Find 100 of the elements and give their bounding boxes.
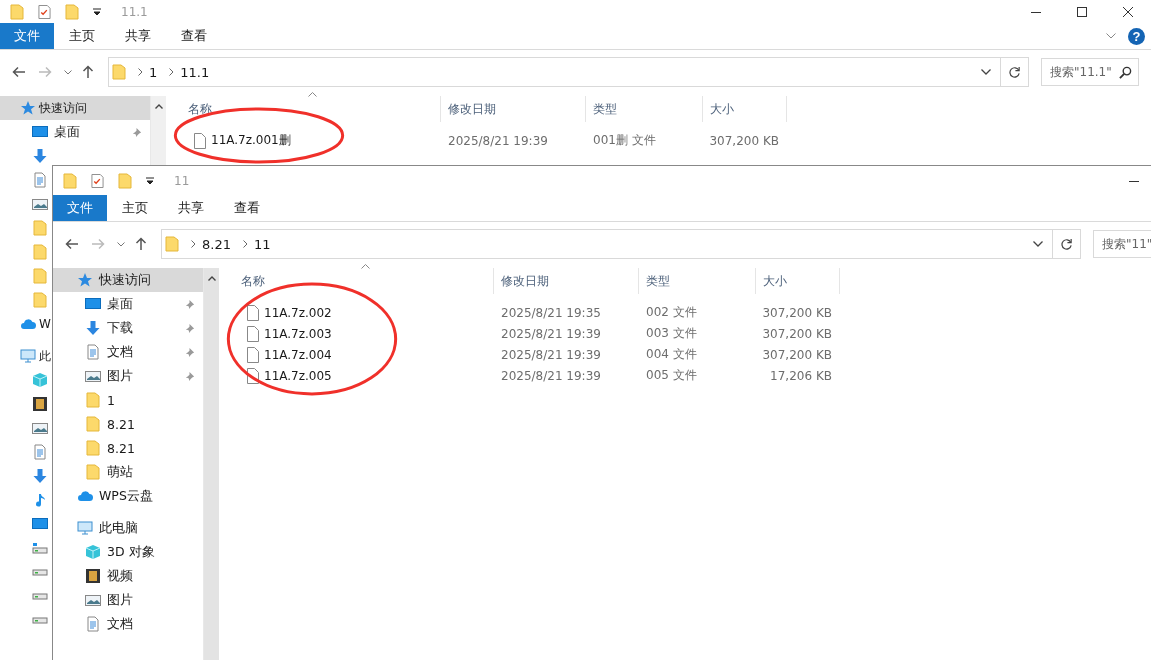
ribbon-tab[interactable]: 共享 (163, 195, 219, 221)
folder-icon (85, 392, 101, 408)
column-header[interactable]: 修改日期 (441, 96, 586, 122)
chevron-icon[interactable] (138, 68, 143, 76)
search-field[interactable]: 搜索"11.1" (1041, 58, 1139, 86)
breadcrumb[interactable]: 11.1 (180, 64, 210, 80)
nav-item[interactable]: 文档 (53, 340, 203, 364)
nav-item[interactable]: 1 (53, 388, 123, 412)
ribbon-tab[interactable]: 文件 (53, 195, 107, 221)
file-icon (247, 367, 259, 384)
up-arrow-icon[interactable] (82, 65, 94, 79)
checklist-icon[interactable] (91, 172, 104, 189)
nav-item[interactable]: 桌面 (0, 120, 150, 144)
nav-item[interactable]: 图片 (53, 588, 141, 612)
scrollbar[interactable] (203, 268, 219, 660)
film-icon (32, 396, 48, 412)
checklist-icon[interactable] (38, 3, 51, 20)
nav-item[interactable]: W (0, 312, 51, 336)
dropdown-caret-icon[interactable] (146, 176, 154, 185)
sort-caret-icon[interactable] (361, 264, 370, 269)
nav-item[interactable]: 快速访问 (53, 268, 203, 292)
column-header[interactable]: 类型 (639, 268, 756, 294)
refresh-button[interactable] (1001, 57, 1029, 87)
nav-item[interactable]: 视频 (53, 564, 141, 588)
ribbon-tab[interactable]: 共享 (110, 23, 166, 49)
recent-caret-icon[interactable] (117, 241, 125, 247)
help-button[interactable]: ? (1128, 27, 1145, 45)
column-header[interactable]: 大小 (756, 268, 840, 294)
file-name[interactable]: 11A.7z.003 (264, 326, 332, 341)
nav-item[interactable]: 8.21 (53, 436, 143, 460)
scroll-up-icon[interactable] (207, 276, 216, 281)
breadcrumb[interactable]: 8.21 (202, 236, 231, 252)
nav-item[interactable]: 文档 (53, 612, 141, 636)
up-arrow-icon[interactable] (135, 237, 147, 251)
pin-icon[interactable] (184, 322, 195, 334)
column-header[interactable]: 名称 (219, 268, 494, 294)
address-bar[interactable]: 1 11.1 (108, 57, 1001, 87)
date-cell-text: 2025/8/21 19:39 (447, 133, 549, 148)
ribbon-tab[interactable]: 主页 (54, 23, 110, 49)
pin-icon[interactable] (184, 298, 195, 310)
window-title: 11 (174, 173, 190, 188)
folder-icon (112, 64, 126, 80)
breadcrumb[interactable]: 11 (253, 236, 271, 252)
file-name[interactable]: 11A.7z.001删 (211, 132, 291, 149)
file-name[interactable]: 11A.7z.004 (264, 347, 332, 362)
expand-ribbon-icon[interactable] (1106, 33, 1116, 39)
back-arrow-icon[interactable] (65, 238, 79, 250)
type-cell-text: 002 文件 (645, 304, 698, 321)
scroll-up-icon[interactable] (154, 104, 163, 109)
nav-item[interactable]: 8.21 (53, 412, 143, 436)
column-header[interactable]: 大小 (703, 96, 787, 122)
column-header[interactable]: 名称 (166, 96, 441, 122)
pin-icon[interactable] (131, 126, 142, 138)
ribbon-tab[interactable]: 文件 (0, 23, 54, 49)
close-icon[interactable] (1123, 6, 1133, 17)
nav-item[interactable]: 萌站 (53, 460, 141, 484)
date-cell-text: 2025/8/21 19:39 (500, 326, 602, 341)
column-header[interactable]: 类型 (586, 96, 703, 122)
monitor-icon (32, 516, 48, 532)
nav-item[interactable]: 快速访问 (0, 96, 150, 120)
nav-item[interactable]: 桌面 (53, 292, 203, 316)
dropdown-caret-icon[interactable] (1033, 241, 1043, 247)
sort-caret-icon[interactable] (308, 92, 317, 97)
dropdown-caret-icon[interactable] (93, 7, 101, 16)
pin-icon[interactable] (184, 346, 195, 358)
address-bar[interactable]: 8.21 11 (161, 229, 1053, 259)
dropdown-caret-icon[interactable] (981, 69, 991, 75)
chevron-icon[interactable] (169, 68, 175, 76)
chevron-icon[interactable] (191, 240, 196, 248)
refresh-icon[interactable] (1008, 65, 1021, 79)
document-icon (85, 344, 101, 360)
pin-icon[interactable] (184, 370, 195, 382)
nav-item[interactable]: 此 (0, 344, 51, 368)
column-header[interactable]: 修改日期 (494, 268, 639, 294)
folder-icon (32, 220, 48, 236)
nav-item[interactable]: WPS云盘 (53, 484, 161, 508)
date-cell-text: 2025/8/21 19:39 (500, 368, 602, 383)
folder-icon (85, 440, 101, 456)
search-icon[interactable] (1119, 66, 1132, 79)
ribbon-tab[interactable]: 主页 (107, 195, 163, 221)
chevron-icon[interactable] (242, 240, 248, 248)
nav-item[interactable]: 此电脑 (53, 516, 146, 540)
drive-icon (32, 592, 48, 600)
maximize-icon[interactable] (1077, 6, 1087, 17)
scrollbar[interactable] (150, 96, 166, 165)
down-arrow-icon (32, 148, 48, 164)
file-name[interactable]: 11A.7z.005 (264, 368, 332, 383)
nav-item[interactable]: 下载 (53, 316, 203, 340)
ribbon-tab[interactable]: 查看 (219, 195, 275, 221)
ribbon-tab[interactable]: 查看 (166, 23, 222, 49)
folder-icon (165, 236, 179, 252)
search-field[interactable]: 搜索"11" (1093, 230, 1151, 258)
refresh-icon[interactable] (1060, 237, 1073, 251)
recent-caret-icon[interactable] (64, 69, 72, 75)
breadcrumb[interactable]: 1 (149, 64, 158, 80)
file-name[interactable]: 11A.7z.002 (264, 305, 332, 320)
back-arrow-icon[interactable] (12, 66, 26, 78)
nav-item[interactable]: 图片 (53, 364, 203, 388)
nav-item[interactable]: 3D 对象 (53, 540, 163, 564)
refresh-button[interactable] (1053, 229, 1081, 259)
